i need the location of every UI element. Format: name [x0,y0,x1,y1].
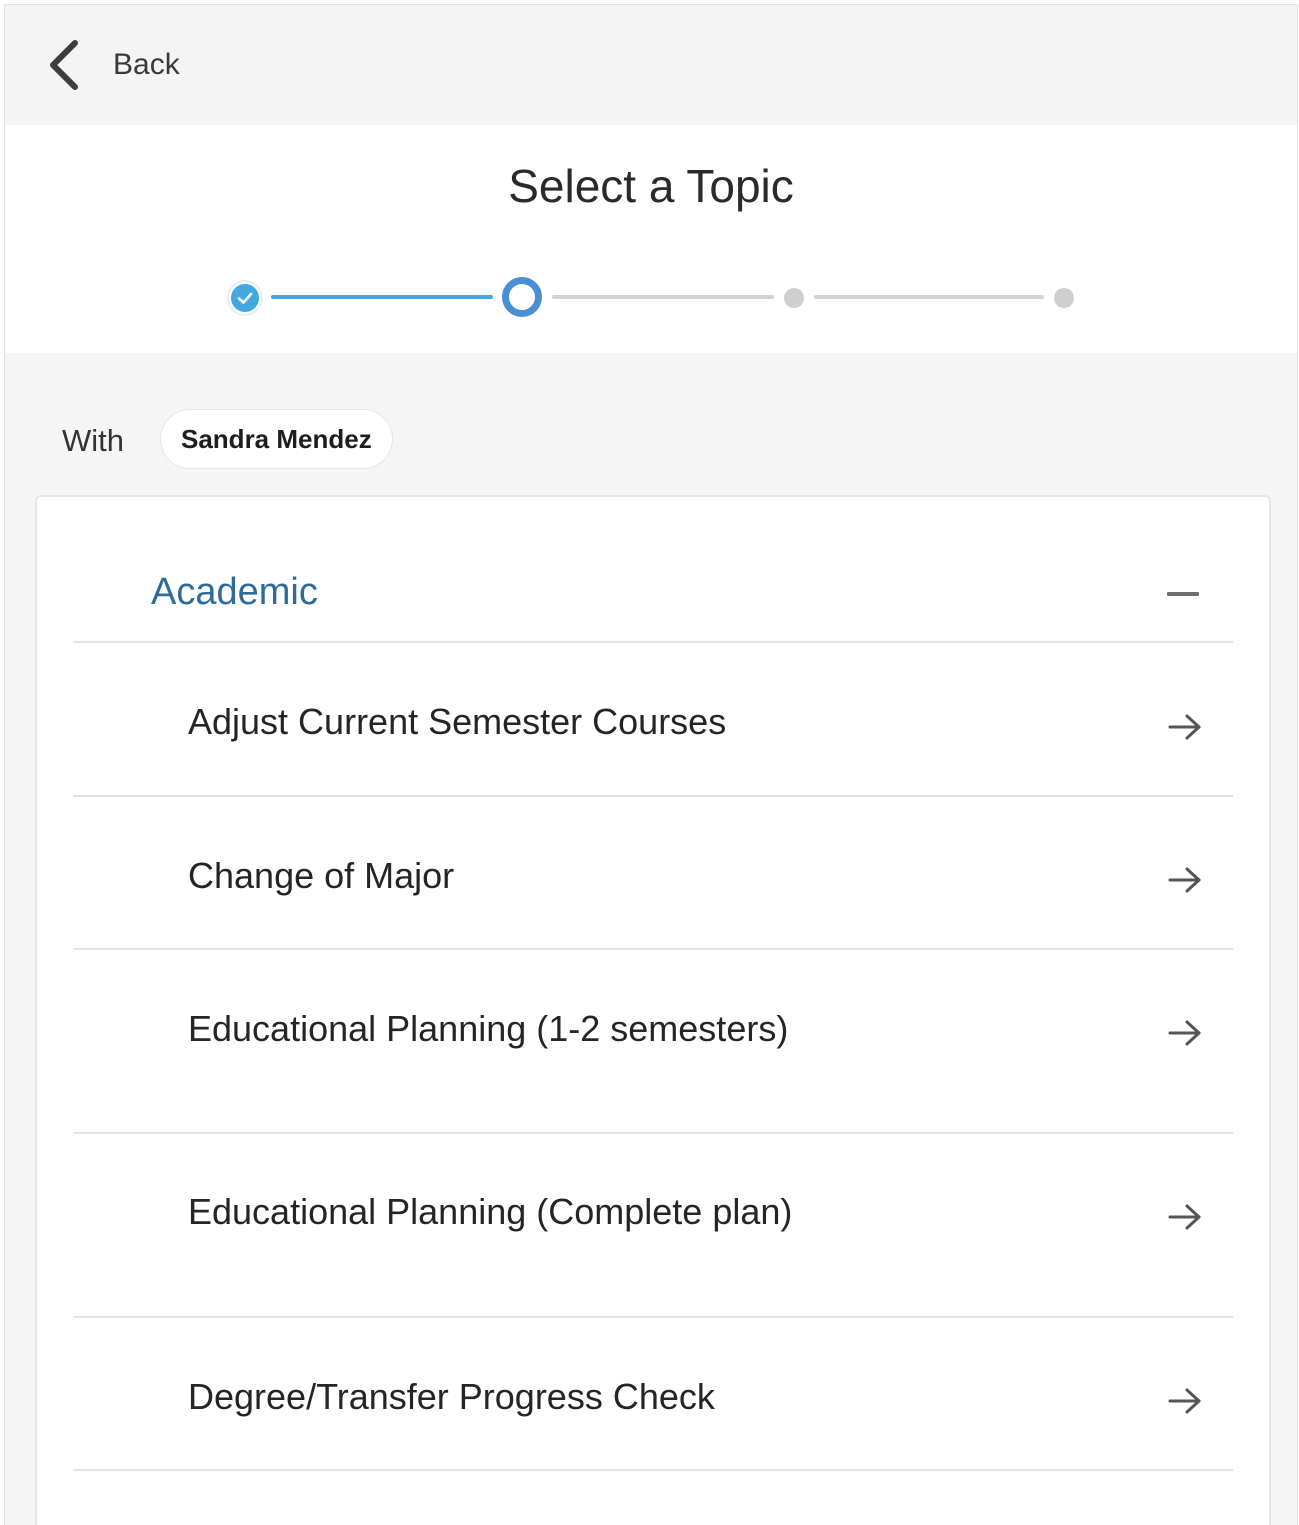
step-1-completed [229,282,261,314]
arrow-right-icon [1168,714,1201,740]
section-header-academic[interactable]: Academic [73,537,1233,643]
topic-item[interactable]: Adjust Current Semester Courses [73,643,1233,797]
check-icon [237,292,253,304]
topic-label: Educational Planning (1-2 semesters) [188,1008,789,1049]
section-title: Academic [151,571,318,613]
chevron-left-icon [50,40,78,90]
advisor-chip: Sandra Mendez [160,409,393,469]
step-2-current [502,277,542,317]
topic-card: Academic Adjust Current Semester Courses… [35,495,1271,1525]
arrow-right-icon [1168,1388,1201,1414]
topic-label: Educational Planning (Complete plan) [188,1191,793,1232]
topic-item[interactable]: Educational Planning (Complete plan) [73,1134,1233,1318]
topic-label: Adjust Current Semester Courses [188,701,727,742]
topic-item[interactable]: Educational Planning (1-2 semesters) [73,950,1233,1134]
back-button[interactable]: Back [45,35,180,95]
arrow-right-icon [1168,867,1201,893]
page-header: Select a Topic [5,125,1297,353]
stepper-connector-2 [552,295,774,299]
stepper-connector-1 [271,295,493,299]
progress-stepper [5,125,1297,353]
back-label: Back [113,48,180,81]
topic-list: Adjust Current Semester Courses Change o… [73,643,1233,1471]
topic-label: Degree/Transfer Progress Check [188,1376,715,1417]
with-label: With [62,423,124,458]
stepper-connector-3 [814,295,1044,299]
app-frame: Back Select a Topic With Sandra Mendez A… [4,4,1298,1525]
minus-icon[interactable] [1167,592,1199,596]
topic-item[interactable]: Change of Major [73,797,1233,950]
step-4-pending [1054,288,1074,308]
topic-item[interactable]: Degree/Transfer Progress Check [73,1318,1233,1471]
arrow-right-icon [1168,1204,1201,1230]
topic-label: Change of Major [188,855,455,896]
step-3-pending [784,288,804,308]
top-bar: Back [5,5,1297,125]
arrow-right-icon [1168,1020,1201,1046]
